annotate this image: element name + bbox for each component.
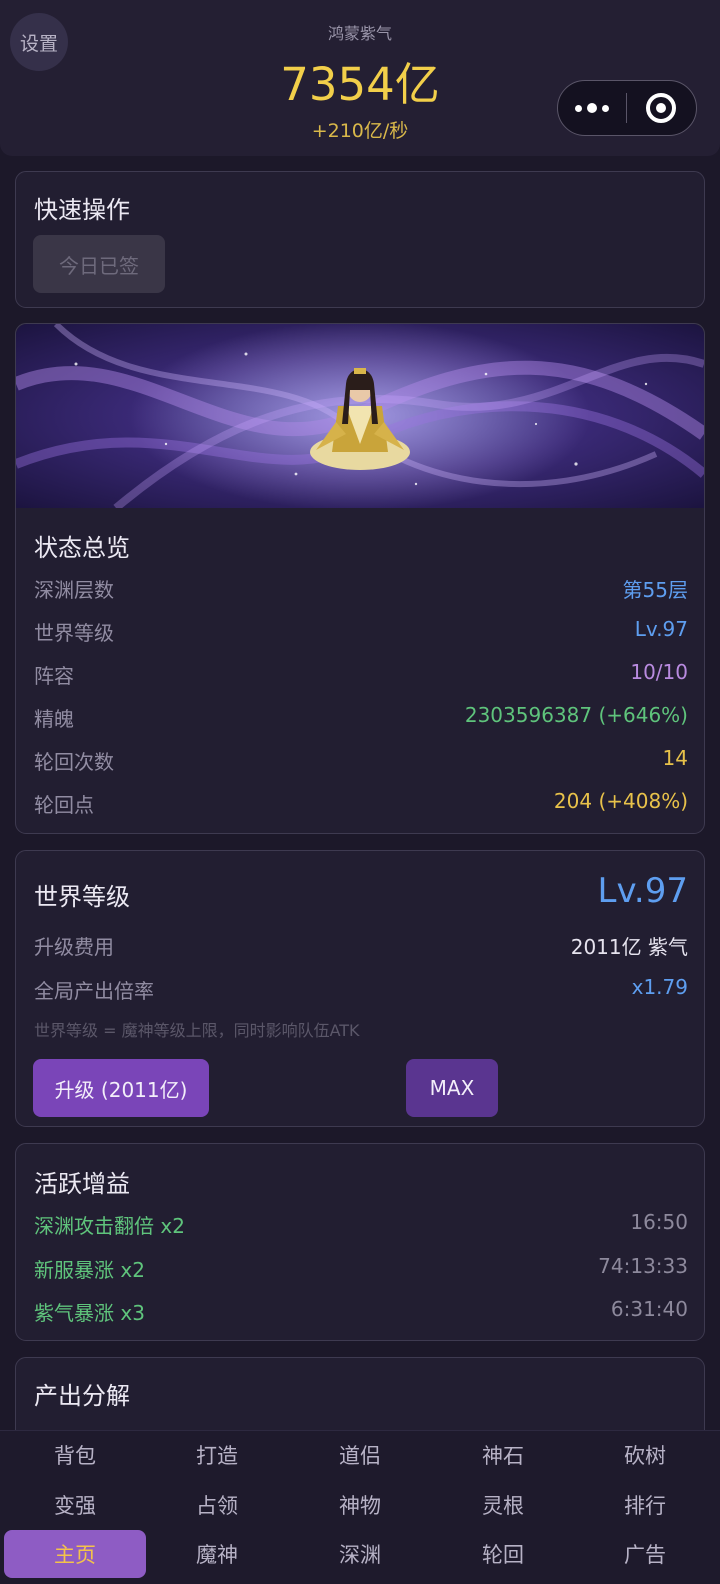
status-row-value: 第55层: [622, 578, 688, 602]
status-row-value: 14: [662, 746, 688, 770]
nav-item-home[interactable]: 主页: [4, 1530, 146, 1578]
world-level-hint: 世界等级 = 魔神等级上限，同时影响队伍ATK: [34, 1021, 360, 1040]
buffs-card: 活跃增益 深渊攻击翻倍 x2 16:50 新服暴涨 x2 74:13:33 紫气…: [15, 1143, 705, 1341]
status-row-value: 2303596387 (+646%): [464, 703, 688, 727]
status-row-value: 10/10: [630, 660, 688, 684]
nav-item-chop-tree[interactable]: 砍树: [574, 1431, 716, 1479]
nav-item-companion[interactable]: 道侣: [289, 1431, 431, 1479]
status-row-label: 世界等级: [34, 621, 114, 645]
quick-actions-card: 快速操作 今日已签: [15, 171, 705, 308]
status-row-label: 轮回次数: [34, 750, 114, 774]
bottom-nav: 背包 打造 道侣 神石 砍树 变强 占领 神物 灵根 排行 主页 魔神 深渊 轮…: [0, 1430, 720, 1584]
nav-item-ranking[interactable]: 排行: [574, 1481, 716, 1529]
nav-item-abyss[interactable]: 深渊: [289, 1530, 431, 1578]
output-multiplier-label: 全局产出倍率: [34, 979, 154, 1003]
output-title: 产出分解: [34, 1382, 130, 1410]
status-row-label: 阵容: [34, 664, 74, 688]
status-row-value: Lv.97: [634, 617, 688, 641]
world-level-value: Lv.97: [597, 871, 689, 911]
status-row-label: 精魄: [34, 707, 74, 731]
buff-name: 紫气暴涨 x3: [34, 1301, 145, 1325]
world-level-title: 世界等级: [34, 883, 130, 911]
daily-signin-button[interactable]: 今日已签: [33, 235, 165, 293]
currency-name: 鸿蒙紫气: [327, 24, 392, 43]
quick-actions-title: 快速操作: [34, 196, 130, 224]
nav-item-bag[interactable]: 背包: [4, 1431, 146, 1479]
status-title: 状态总览: [34, 534, 130, 562]
status-card: 状态总览 深渊层数 第55层 世界等级 Lv.97 阵容 10/10 精魄 23…: [15, 323, 705, 834]
nav-item-artifact[interactable]: 神物: [289, 1481, 431, 1529]
banner-image: [16, 324, 704, 508]
status-row-label: 深渊层数: [34, 578, 114, 602]
nav-item-spirit-root[interactable]: 灵根: [432, 1481, 574, 1529]
upgrade-button[interactable]: 升级 (2011亿): [33, 1059, 209, 1117]
buff-timer: 74:13:33: [598, 1254, 688, 1278]
status-row-value: 204 (+408%): [553, 789, 688, 813]
nav-item-godstone[interactable]: 神石: [432, 1431, 574, 1479]
nav-item-forge[interactable]: 打造: [146, 1431, 288, 1479]
max-button[interactable]: MAX: [406, 1059, 498, 1117]
status-row-label: 轮回点: [34, 793, 94, 817]
upgrade-cost-label: 升级费用: [34, 935, 114, 959]
buff-timer: 6:31:40: [610, 1297, 688, 1321]
nav-item-reincarnation[interactable]: 轮回: [432, 1530, 574, 1578]
upgrade-cost-value: 2011亿 紫气: [570, 935, 688, 959]
world-level-card: 世界等级 Lv.97 升级费用 2011亿 紫气 全局产出倍率 x1.79 世界…: [15, 850, 705, 1127]
nav-item-occupy[interactable]: 占领: [146, 1481, 288, 1529]
buffs-title: 活跃增益: [34, 1170, 130, 1198]
buff-name: 新服暴涨 x2: [34, 1258, 145, 1282]
mini-program-capsule: [557, 80, 697, 136]
output-multiplier-value: x1.79: [631, 975, 688, 999]
buff-timer: 16:50: [630, 1210, 688, 1234]
nav-item-demon-god[interactable]: 魔神: [146, 1530, 288, 1578]
nav-item-ads[interactable]: 广告: [574, 1530, 716, 1578]
nav-item-strengthen[interactable]: 变强: [4, 1481, 146, 1529]
header: 设置 鸿蒙紫气 7354亿 +210亿/秒: [0, 0, 720, 156]
close-icon[interactable]: [627, 93, 697, 123]
buff-name: 深渊攻击翻倍 x2: [34, 1214, 185, 1238]
more-icon[interactable]: [558, 103, 626, 113]
